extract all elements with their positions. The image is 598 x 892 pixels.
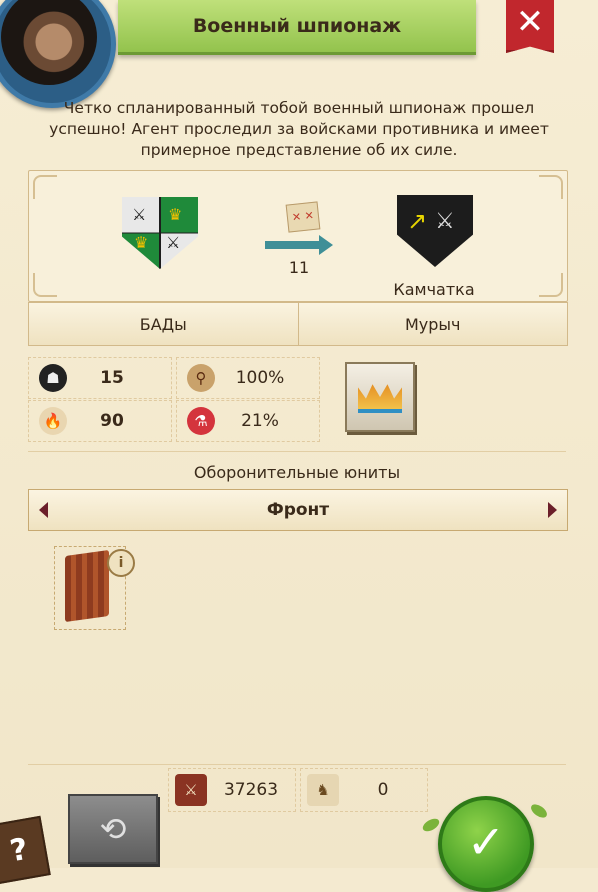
total-defenders: ♞ 0 [300, 768, 428, 812]
info-icon: i [118, 555, 124, 571]
total-attack-strength: ⚔ 37263 [168, 768, 296, 812]
panel-corner-ornament [33, 175, 57, 199]
next-flank-arrow-icon[interactable] [548, 502, 557, 518]
stat-torches: 🔥 90 [28, 400, 172, 442]
players-row: БАДы Мурыч [28, 302, 568, 346]
travel-time: 11 [288, 258, 310, 277]
dialog-title: Военный шпионаж [192, 15, 402, 37]
spy-result-description: Четко спланированный тобой военный шпион… [49, 99, 549, 159]
discovery-risk: 21% [241, 411, 279, 431]
confirm-button[interactable]: ✓ [438, 796, 534, 892]
spy-portrait-image [1, 0, 97, 85]
spy-report-panel: ⚔ ♛ ♛ ⚔ ✕ ✕ 11 ↗ ⚔ Камчатка [28, 170, 568, 302]
stat-risk: ⚗ 21% [176, 400, 320, 442]
spy-accuracy: 100% [235, 368, 285, 388]
attack-total-value: 37263 [223, 780, 279, 800]
risk-flask-icon: ⚗ [187, 407, 215, 435]
militia-soldier-icon: ♞ [307, 774, 339, 806]
target-crest-icon: ↗ ⚔ [397, 195, 473, 267]
target-castle-name: Камчатка [393, 280, 475, 299]
attacker-player-name[interactable]: БАДы [29, 303, 298, 345]
hooded-spy-icon: ☗ [39, 364, 67, 392]
torches-count: 90 [100, 411, 124, 431]
travel-arrow-icon [265, 241, 321, 249]
previous-flank-arrow-icon[interactable] [39, 502, 48, 518]
panel-corner-ornament [539, 175, 563, 199]
wooden-mantlet-icon [65, 549, 109, 623]
defenders-count: 0 [377, 780, 389, 800]
defender-player-name[interactable]: Мурыч [297, 303, 568, 345]
stat-spies: ☗ 15 [28, 357, 172, 399]
close-button[interactable]: ✕ [506, 0, 554, 53]
map-icon: ✕ ✕ [285, 201, 321, 233]
crown-icon [358, 384, 402, 413]
section-divider [28, 451, 566, 452]
defense-unit-slot[interactable]: i [54, 546, 135, 630]
flank-name: Фронт [266, 500, 330, 520]
travel-arrow-head [319, 235, 333, 255]
close-icon: ✕ [515, 2, 545, 42]
footer-divider [28, 764, 566, 765]
checkmark-icon: ✓ [466, 815, 506, 869]
attacker-crest-icon: ⚔ ♛ ♛ ⚔ [122, 197, 198, 269]
stat-accuracy: ⚲ 100% [176, 357, 320, 399]
panel-corner-ornament [539, 273, 563, 297]
spies-count: 15 [100, 368, 124, 388]
spy-report-icon: ⟲ [99, 810, 127, 848]
crossed-swords-shield-icon: ⚔ [175, 774, 207, 806]
defensive-units-label: Оборонительные юниты [193, 463, 401, 482]
title-banner: Военный шпионаж [118, 0, 476, 55]
unit-info-button[interactable]: i [107, 549, 135, 577]
magnifier-icon: ⚲ [187, 364, 215, 392]
panel-corner-ornament [33, 273, 57, 297]
torch-icon: 🔥 [39, 407, 67, 435]
question-icon: ? [7, 831, 31, 869]
flank-selector: Фронт [28, 489, 568, 531]
crown-button[interactable] [345, 362, 415, 432]
resend-spy-button[interactable]: ⟲ [68, 794, 158, 864]
